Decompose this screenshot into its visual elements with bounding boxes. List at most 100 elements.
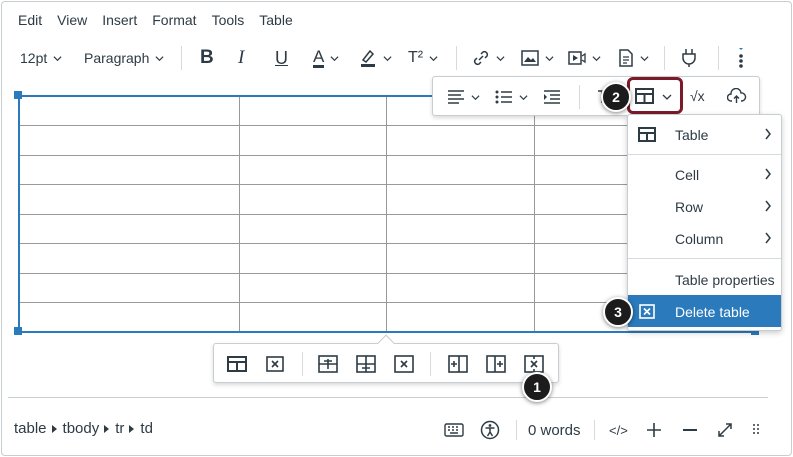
delete-table-icon — [266, 356, 284, 372]
accessibility-checker-button[interactable] — [480, 418, 500, 442]
table-cell[interactable] — [386, 213, 535, 244]
menu-item-column[interactable]: Column — [628, 222, 781, 254]
keyboard-shortcuts-button[interactable] — [444, 418, 464, 442]
table-context-toolbar — [432, 76, 760, 116]
bold-icon[interactable]: B — [200, 42, 214, 74]
indent-button[interactable] — [543, 85, 561, 109]
table-cell[interactable] — [18, 243, 241, 274]
document-button[interactable] — [618, 42, 649, 74]
expand-icon — [718, 423, 732, 437]
table-cell[interactable] — [239, 243, 388, 274]
image-button[interactable] — [521, 42, 554, 74]
table-cell[interactable] — [18, 272, 241, 303]
toolbar-divider — [430, 352, 431, 376]
chevron-down-icon — [519, 94, 528, 100]
media-icon — [568, 51, 586, 65]
delete-row-icon — [394, 355, 414, 373]
fullscreen-button[interactable] — [717, 418, 733, 442]
word-count[interactable]: 0 words — [528, 418, 581, 442]
path-item[interactable]: tbody — [63, 420, 100, 437]
chevron-down-icon — [662, 94, 672, 100]
table-cell[interactable] — [239, 302, 388, 333]
chevron-down-icon — [592, 55, 601, 61]
menu-item-label: Delete table — [675, 304, 750, 320]
zoom-out-button[interactable] — [682, 418, 698, 442]
table-cell[interactable] — [18, 302, 241, 333]
table-cell[interactable] — [386, 272, 535, 303]
table-cell[interactable] — [386, 243, 535, 274]
menu-item-delete-table[interactable]: Delete table — [628, 295, 781, 327]
toolbar-divider — [302, 352, 303, 376]
insert-column-before-button[interactable] — [448, 352, 468, 376]
delete-row-button[interactable] — [394, 352, 414, 376]
align-button[interactable] — [447, 85, 480, 109]
menu-format[interactable]: Format — [152, 12, 196, 28]
table-cell[interactable] — [386, 184, 535, 215]
callout-badge-3: 3 — [603, 297, 633, 327]
menu-divider — [628, 154, 781, 155]
table-cell[interactable] — [239, 272, 388, 303]
resize-handle-top-left[interactable] — [14, 91, 22, 99]
path-item[interactable]: td — [140, 420, 153, 437]
table-cell[interactable] — [239, 184, 388, 215]
delete-table-button[interactable] — [266, 352, 284, 376]
html-editor-toggle[interactable]: </> — [609, 418, 628, 442]
path-item[interactable]: table — [14, 420, 47, 437]
resize-grip[interactable] — [752, 418, 760, 442]
table-cell[interactable] — [18, 154, 241, 185]
menu-item-cell[interactable]: Cell — [628, 158, 781, 190]
table-cell[interactable] — [386, 125, 535, 156]
chevron-right-icon — [765, 168, 771, 180]
menu-view[interactable]: View — [57, 12, 87, 28]
zoom-in-button[interactable] — [646, 418, 662, 442]
underline-icon[interactable]: U — [275, 42, 288, 74]
menu-item-table[interactable]: Table — [628, 118, 781, 150]
toolbar-divider — [181, 46, 182, 70]
more-button[interactable] — [738, 42, 748, 74]
table-cell[interactable] — [239, 154, 388, 185]
table-cell[interactable] — [386, 302, 535, 333]
math-button[interactable]: √x — [690, 84, 705, 108]
menu-item-label: Table properties — [675, 272, 775, 288]
table-cell[interactable] — [386, 154, 535, 185]
menu-insert[interactable]: Insert — [102, 12, 137, 28]
list-button[interactable] — [495, 85, 528, 109]
table-cell[interactable] — [239, 213, 388, 244]
delete-column-icon — [524, 355, 544, 373]
cloud-button[interactable] — [727, 84, 747, 108]
insert-row-after-button[interactable] — [356, 352, 376, 376]
table-cell[interactable] — [239, 125, 388, 156]
plugin-button[interactable] — [680, 42, 698, 74]
path-item[interactable]: tr — [115, 420, 124, 437]
table-cell[interactable] — [239, 95, 388, 126]
italic-icon[interactable]: I — [238, 42, 244, 74]
math-icon: √x — [690, 88, 705, 104]
insert-column-after-button[interactable] — [486, 352, 506, 376]
menu-tools[interactable]: Tools — [212, 12, 245, 28]
insert-column-before-icon — [448, 355, 468, 373]
list-icon — [495, 90, 512, 104]
menu-item-row[interactable]: Row — [628, 190, 781, 222]
block-format-select[interactable]: Paragraph — [84, 42, 164, 74]
element-path: table tbody tr td — [14, 420, 153, 437]
link-button[interactable] — [472, 42, 505, 74]
menu-item-label: Row — [675, 199, 704, 215]
text-color-button[interactable]: A — [313, 42, 339, 74]
table-cell[interactable] — [18, 125, 241, 156]
document-icon — [619, 49, 633, 67]
table-cell[interactable] — [18, 184, 241, 215]
table-button[interactable] — [627, 77, 683, 114]
menu-edit[interactable]: Edit — [18, 12, 42, 28]
highlight-button[interactable] — [359, 42, 392, 74]
font-size-select[interactable]: 12pt — [20, 42, 62, 74]
table-cell[interactable] — [18, 95, 241, 126]
menu-table[interactable]: Table — [259, 12, 292, 28]
insert-row-before-button[interactable] — [318, 352, 338, 376]
resize-handle-bottom-left[interactable] — [14, 327, 22, 335]
superscript-button[interactable]: T² — [408, 42, 438, 74]
table-dropdown-menu: Table Cell Row Column Table properties D… — [627, 114, 782, 331]
media-button[interactable] — [568, 42, 601, 74]
table-properties-button[interactable] — [227, 352, 247, 376]
table-cell[interactable] — [18, 213, 241, 244]
menu-item-table-properties[interactable]: Table properties — [628, 263, 781, 295]
